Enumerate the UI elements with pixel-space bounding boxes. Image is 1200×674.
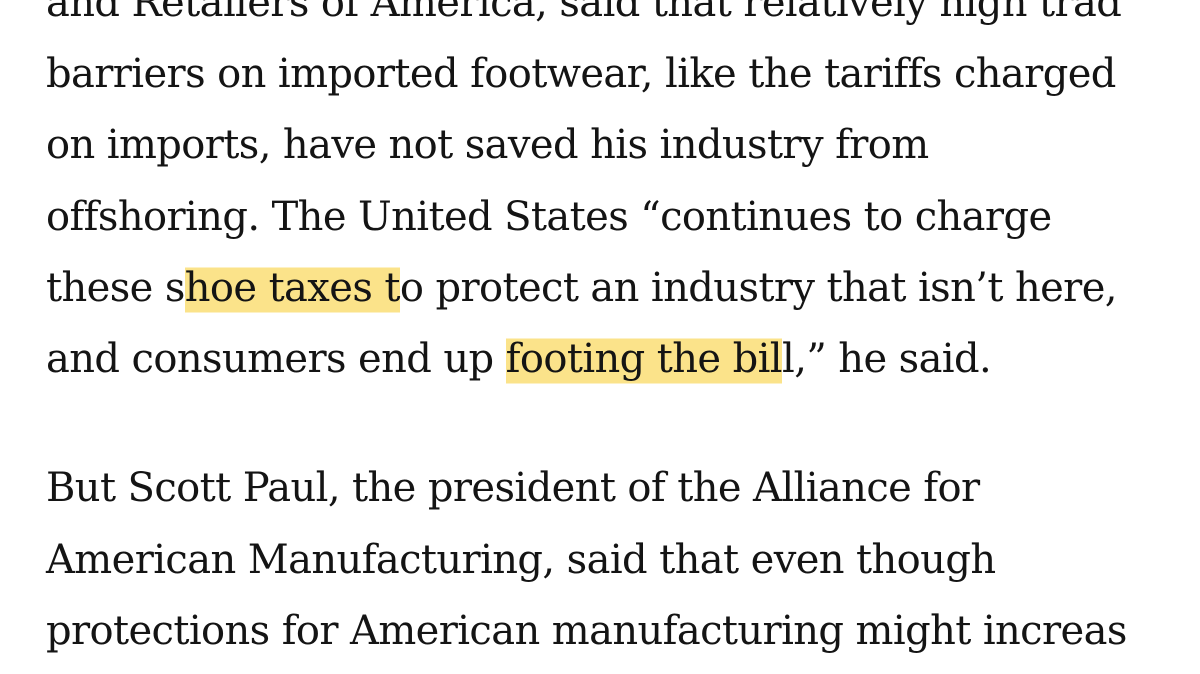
paragraph2-line1: But Scott Paul, the president of the All… — [46, 465, 980, 511]
paragraph2-line3: protections for American manufacturing m… — [46, 608, 1127, 654]
highlight-footing-the-bill: footing the bil — [505, 334, 783, 388]
paragraph1-line4: offshoring. The United States “continues… — [46, 194, 1052, 240]
paragraph1-line2: barriers on imported footwear, like the … — [46, 51, 1116, 97]
paragraph2-line2: American Manufacturing, said that even t… — [46, 537, 996, 583]
line5-prefix: these s — [46, 265, 185, 311]
line6-prefix: and consumers end up — [46, 336, 506, 382]
line5-suffix: o protect an industry that isn’t here, — [399, 265, 1118, 311]
paragraph1-line1: and Retailers of America, said that rela… — [46, 0, 1122, 26]
paragraph1-line5: these shoe taxes to protect an industry … — [46, 263, 1118, 317]
paragraph1-line3: on imports, have not saved his industry … — [46, 122, 929, 168]
paragraph1-line6: and consumers end up footing the bill,” … — [46, 334, 992, 388]
line6-suffix: l,” he said. — [782, 336, 992, 382]
highlight-text: hoe taxes — [184, 265, 373, 311]
highlight-tail: t — [372, 265, 400, 311]
highlight-shoe-taxes: hoe taxes t — [184, 263, 400, 317]
